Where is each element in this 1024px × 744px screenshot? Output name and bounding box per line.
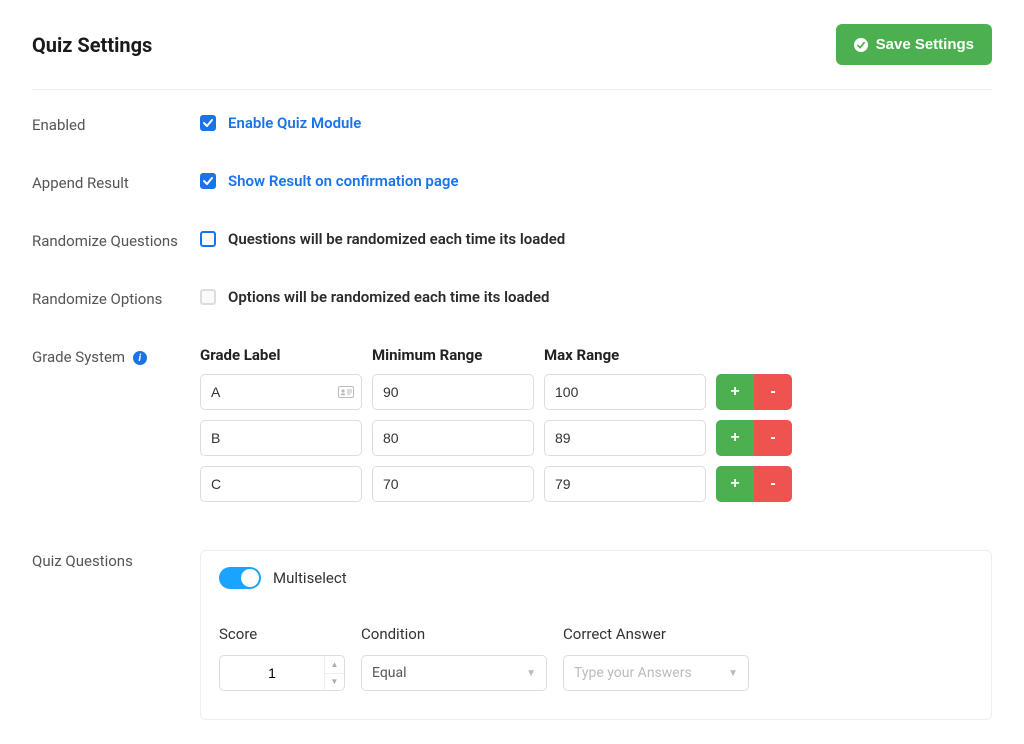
checkbox-label-append-result: Show Result on confirmation page	[228, 172, 459, 190]
question-col-condition: Condition	[361, 625, 547, 643]
grade-max-input[interactable]	[544, 374, 706, 410]
setting-label-randomize-options: Randomize Options	[32, 288, 200, 308]
grade-remove-button[interactable]: -	[754, 466, 792, 502]
grade-system-text: Grade System	[32, 348, 125, 366]
score-step-up[interactable]: ▲	[325, 656, 344, 674]
multiselect-label: Multiselect	[273, 569, 347, 587]
question-col-answer: Correct Answer	[563, 625, 749, 643]
page-title: Quiz Settings	[32, 33, 152, 57]
quiz-questions-panel: Multiselect Score Condition Correct Answ…	[200, 550, 992, 720]
grade-col-max: Max Range	[544, 346, 706, 364]
check-circle-icon	[854, 38, 868, 52]
setting-label-quiz-questions: Quiz Questions	[32, 550, 200, 570]
grade-min-input[interactable]	[372, 420, 534, 456]
setting-row-grade-system: Grade System i Grade Label Minimum Range…	[32, 346, 992, 512]
grade-label-input[interactable]	[200, 466, 362, 502]
grade-add-button[interactable]: +	[716, 420, 754, 456]
setting-row-append-result: Append Result Show Result on confirmatio…	[32, 172, 992, 192]
checkbox-append-result[interactable]	[200, 173, 216, 189]
question-col-score: Score	[219, 625, 345, 643]
setting-row-randomize-options: Randomize Options Options will be random…	[32, 288, 992, 308]
grade-row: +-	[200, 420, 992, 456]
setting-label-append-result: Append Result	[32, 172, 200, 192]
grade-max-input[interactable]	[544, 420, 706, 456]
checkbox-randomize-questions[interactable]	[200, 231, 216, 247]
setting-label-randomize-questions: Randomize Questions	[32, 230, 200, 250]
header-row: Quiz Settings Save Settings	[32, 24, 992, 90]
save-button-label: Save Settings	[876, 36, 974, 53]
question-header-row: Score Condition Correct Answer	[219, 625, 973, 643]
checkbox-enable-quiz[interactable]	[200, 115, 216, 131]
save-settings-button[interactable]: Save Settings	[836, 24, 992, 65]
multiselect-toggle[interactable]	[219, 567, 261, 589]
grade-col-label: Grade Label	[200, 346, 362, 364]
grade-col-min: Minimum Range	[372, 346, 534, 364]
score-input-wrap: ▲ ▼	[219, 655, 345, 691]
correct-answer-placeholder: Type your Answers	[574, 665, 692, 681]
setting-row-quiz-questions: Quiz Questions Multiselect Score Conditi…	[32, 550, 992, 720]
setting-row-enabled: Enabled Enable Quiz Module	[32, 114, 992, 134]
grade-add-button[interactable]: +	[716, 374, 754, 410]
checkbox-label-randomize-questions: Questions will be randomized each time i…	[228, 230, 565, 248]
chevron-down-icon: ▼	[728, 668, 738, 679]
setting-label-enabled: Enabled	[32, 114, 200, 134]
grade-min-input[interactable]	[372, 374, 534, 410]
checkbox-randomize-options[interactable]	[200, 289, 216, 305]
setting-row-randomize-questions: Randomize Questions Questions will be ra…	[32, 230, 992, 250]
grade-row: +-	[200, 466, 992, 502]
grade-label-input[interactable]	[200, 420, 362, 456]
toggle-knob	[241, 569, 259, 587]
grade-header-row: Grade Label Minimum Range Max Range	[200, 346, 992, 364]
question-row: ▲ ▼ Equal ▼ Type your Answers ▼	[219, 655, 973, 691]
condition-select[interactable]: Equal ▼	[361, 655, 547, 691]
grade-remove-button[interactable]: -	[754, 420, 792, 456]
setting-label-grade-system: Grade System i	[32, 346, 200, 366]
condition-value: Equal	[372, 665, 407, 681]
grade-add-button[interactable]: +	[716, 466, 754, 502]
grade-min-input[interactable]	[372, 466, 534, 502]
info-icon[interactable]: i	[133, 351, 147, 365]
checkbox-label-randomize-options: Options will be randomized each time its…	[228, 288, 550, 306]
grade-max-input[interactable]	[544, 466, 706, 502]
score-spinner: ▲ ▼	[324, 656, 344, 690]
id-card-icon	[338, 386, 354, 398]
correct-answer-select[interactable]: Type your Answers ▼	[563, 655, 749, 691]
grade-remove-button[interactable]: -	[754, 374, 792, 410]
score-step-down[interactable]: ▼	[325, 674, 344, 691]
checkbox-label-enable-quiz: Enable Quiz Module	[228, 114, 361, 132]
grade-row: +-	[200, 374, 992, 410]
chevron-down-icon: ▼	[526, 668, 536, 679]
